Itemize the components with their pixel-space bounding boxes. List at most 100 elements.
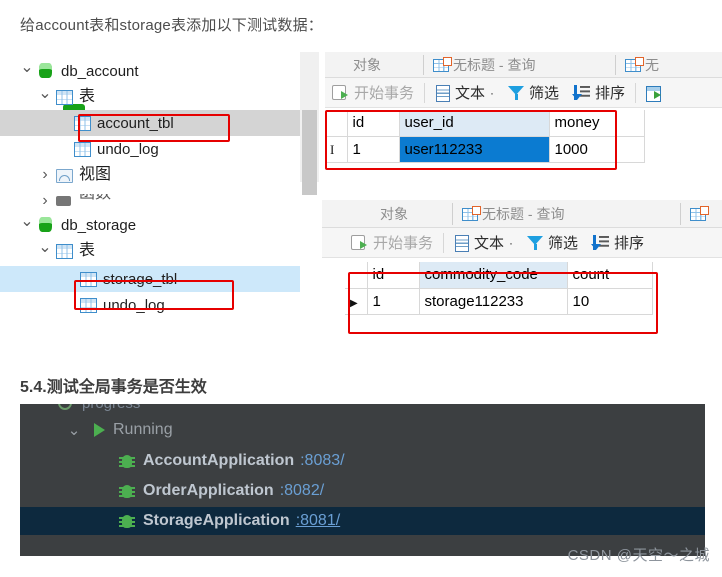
account-data-grid[interactable]: id user_id money 1 user112233 1000: [325, 110, 645, 163]
table-row[interactable]: 1 user112233 1000: [325, 136, 645, 163]
navicat-grid-panel-account[interactable]: 对象 无标题 - 查询 无 开始事务 文本 · 筛选 排序 id user_id…: [325, 52, 722, 175]
database-icon: [36, 62, 56, 80]
tab-query-partial[interactable]: 无: [625, 52, 659, 77]
table-icon: [72, 140, 92, 158]
row-gutter-cell[interactable]: [345, 288, 368, 315]
cell-commodity-code[interactable]: storage112233: [419, 288, 568, 315]
storage-data-grid[interactable]: id commodity_code count 1 storage112233 …: [345, 262, 653, 315]
service-item-account-application[interactable]: AccountApplication :8083/: [20, 447, 705, 475]
column-header-id[interactable]: id: [367, 262, 420, 289]
tab-separator: [452, 203, 453, 225]
cell-count[interactable]: 10: [567, 288, 653, 315]
tab-objects[interactable]: 对象: [380, 200, 408, 227]
services-group-running[interactable]: ⌄ Running: [20, 416, 705, 444]
chevron-down-icon[interactable]: [36, 89, 54, 105]
tree-node-tables-account[interactable]: 表: [0, 84, 300, 110]
tab-label: 无: [645, 57, 659, 73]
grid-tabbar[interactable]: 对象 无标题 - 查询 无: [325, 52, 722, 78]
chevron-down-icon[interactable]: [18, 217, 36, 233]
service-name: StorageApplication: [143, 512, 290, 529]
tab-label: 无标题 - 查询: [482, 206, 565, 222]
table-header-row: id commodity_code count: [345, 262, 653, 289]
column-header-count[interactable]: count: [567, 262, 653, 289]
tab-query-partial[interactable]: [690, 200, 710, 227]
sort-button[interactable]: 排序: [566, 78, 632, 107]
tree-node-label: undo_log: [97, 140, 159, 158]
column-header-user-id[interactable]: user_id: [399, 110, 550, 137]
progress-icon: [58, 404, 72, 410]
page-root: 给account表和storage表添加以下测试数据： db_account 表…: [0, 0, 722, 577]
tree-node-db-account[interactable]: db_account: [0, 58, 300, 84]
tree-node-label: storage_tbl: [103, 270, 178, 288]
cell-money[interactable]: 1000: [549, 136, 645, 163]
chevron-down-icon[interactable]: [18, 63, 36, 79]
grid-toolbar[interactable]: 开始事务 文本 · 筛选 排序: [322, 228, 722, 258]
row-gutter-cell[interactable]: [325, 136, 348, 163]
toolbar-separator: [635, 82, 637, 103]
service-port-link[interactable]: :8082/: [280, 482, 324, 500]
folder-icon: [54, 194, 74, 208]
tree-node-label: db_storage: [61, 216, 137, 234]
play-icon: [94, 423, 105, 437]
chevron-down-icon[interactable]: ·: [490, 86, 494, 100]
filter-button[interactable]: 筛选: [520, 228, 585, 257]
tree-node-functions-account[interactable]: 函数: [0, 194, 300, 208]
text-button[interactable]: 文本 ·: [428, 78, 501, 107]
tree-node-undo-log-storage[interactable]: undo_log: [0, 292, 300, 318]
service-item-storage-application[interactable]: StorageApplication :8081/: [20, 507, 705, 535]
column-header-money[interactable]: money: [549, 110, 645, 137]
table-icon: [78, 270, 98, 288]
tree-node-account-tbl[interactable]: account_tbl: [0, 110, 300, 136]
chevron-right-icon[interactable]: [36, 194, 54, 208]
begin-transaction-button[interactable]: 开始事务: [325, 78, 421, 107]
column-header-id[interactable]: id: [347, 110, 400, 137]
table-row[interactable]: 1 storage112233 10: [345, 288, 653, 315]
tree-node-label: 函数: [79, 194, 111, 202]
grid-tabbar[interactable]: 对象 无标题 - 查询: [322, 200, 722, 228]
filter-icon: [527, 235, 544, 250]
begin-transaction-button[interactable]: 开始事务: [344, 228, 440, 257]
button-label: 文本: [455, 85, 486, 102]
service-port-link[interactable]: :8083/: [300, 452, 344, 470]
tab-query-untitled[interactable]: 无标题 - 查询: [462, 200, 565, 227]
chevron-down-icon[interactable]: ·: [509, 236, 513, 250]
chevron-right-icon[interactable]: [36, 167, 54, 183]
cell-user-id[interactable]: user112233: [399, 136, 550, 163]
row-gutter-header: [325, 110, 348, 137]
tree-node-label: 视图: [79, 166, 112, 183]
sort-button[interactable]: 排序: [585, 228, 651, 257]
tree-node-undo-log-account[interactable]: undo_log: [0, 136, 300, 162]
tab-objects[interactable]: 对象: [353, 52, 381, 77]
tree-node-label: 表: [79, 242, 96, 259]
row-caret-icon: [350, 293, 358, 310]
tree-scrollbar-thumb[interactable]: [302, 110, 317, 195]
tree-node-tables-storage[interactable]: 表: [0, 238, 300, 264]
text-button[interactable]: 文本 ·: [447, 228, 520, 257]
grid-import-button[interactable]: [639, 78, 669, 107]
service-port-link[interactable]: :8081/: [296, 512, 340, 530]
tree-node-views-account[interactable]: 视图: [0, 162, 300, 188]
tab-query-untitled[interactable]: 无标题 - 查询: [433, 52, 536, 77]
spring-bug-icon: [119, 513, 135, 529]
table-header-row: id user_id money: [325, 110, 645, 137]
cell-id[interactable]: 1: [367, 288, 420, 315]
ide-services-panel[interactable]: progress ⌄ Running AccountApplication :8…: [20, 404, 705, 556]
filter-button[interactable]: 筛选: [501, 78, 566, 107]
cell-id[interactable]: 1: [347, 136, 400, 163]
query-grid-icon: [433, 56, 452, 72]
service-item-order-application[interactable]: OrderApplication :8082/: [20, 477, 705, 505]
navicat-object-tree[interactable]: db_account 表 account_tbl undo_log 视图: [0, 52, 320, 342]
column-header-commodity-code[interactable]: commodity_code: [419, 262, 568, 289]
tree-node-label: undo_log: [103, 296, 165, 314]
chevron-down-icon[interactable]: ⌄: [66, 421, 82, 439]
tab-label: 无标题 - 查询: [453, 57, 536, 73]
grid-toolbar[interactable]: 开始事务 文本 · 筛选 排序: [325, 78, 722, 108]
tree-node-db-storage[interactable]: db_storage: [0, 212, 300, 238]
query-grid-icon: [690, 205, 709, 221]
table-icon: [72, 114, 92, 132]
tab-label: 对象: [353, 57, 381, 73]
button-label: 排序: [595, 85, 626, 102]
tree-node-storage-tbl[interactable]: storage_tbl: [0, 266, 300, 292]
chevron-down-icon[interactable]: [36, 243, 54, 259]
navicat-grid-panel-storage[interactable]: 对象 无标题 - 查询 开始事务 文本 · 筛选 排序 id commodity…: [322, 200, 722, 342]
